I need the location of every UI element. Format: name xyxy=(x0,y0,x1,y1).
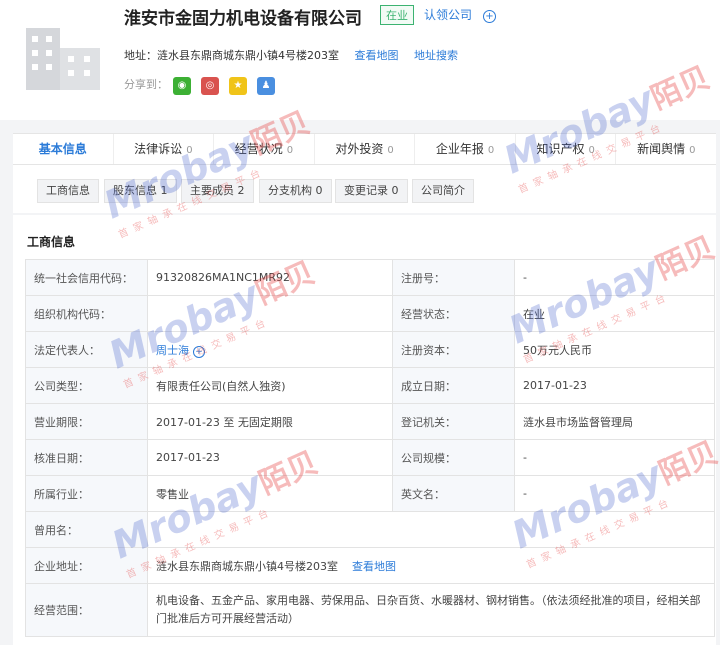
capital-label: 注册资本： xyxy=(392,331,515,368)
legal-rep-cell: 周士海 + xyxy=(147,331,393,368)
tab-litigation[interactable]: 法律诉讼 0 xyxy=(114,134,215,164)
weibo-share-icon[interactable]: ◎ xyxy=(201,77,219,95)
table-row: 核准日期： 2017-01-23 公司规模： - xyxy=(25,439,715,476)
org-code-label: 组织机构代码： xyxy=(25,295,148,332)
credit-code-value: 91320826MA1NC1MR92 xyxy=(147,259,393,296)
wechat-share-icon[interactable]: ◉ xyxy=(173,77,191,95)
address-label: 企业地址： xyxy=(25,547,148,584)
tab-investments[interactable]: 对外投资 0 xyxy=(315,134,416,164)
scale-value: - xyxy=(514,439,715,476)
reg-no-value: - xyxy=(514,259,715,296)
authority-label: 登记机关： xyxy=(392,403,515,440)
address-cell: 涟水县东鼎商城东鼎小镇4号楼203室 查看地图 xyxy=(147,547,715,584)
reg-no-label: 注册号： xyxy=(392,259,515,296)
table-row: 企业地址： 涟水县东鼎商城东鼎小镇4号楼203室 查看地图 xyxy=(25,547,715,584)
biz-status-value: 在业 xyxy=(514,295,715,332)
tab-ip[interactable]: 知识产权 0 xyxy=(516,134,617,164)
biz-status-label: 经营状态： xyxy=(392,295,515,332)
scope-label: 经营范围： xyxy=(25,583,148,637)
table-row: 公司类型： 有限责任公司(自然人独资) 成立日期： 2017-01-23 xyxy=(25,367,715,404)
approve-label: 核准日期： xyxy=(25,439,148,476)
type-label: 公司类型： xyxy=(25,367,148,404)
table-row: 经营范围： 机电设备、五金产品、家用电器、劳保用品、日杂百货、水暖器材、钢材销售… xyxy=(25,583,715,637)
legal-rep-link[interactable]: 周士海 xyxy=(156,344,189,357)
qq-share-icon[interactable]: ♟ xyxy=(257,77,275,95)
follow-person-icon[interactable]: + xyxy=(193,345,205,358)
term-value: 2017-01-23 至 无固定期限 xyxy=(147,403,393,440)
legal-rep-label: 法定代表人： xyxy=(25,331,148,368)
table-row: 统一社会信用代码： 91320826MA1NC1MR92 注册号： - xyxy=(25,259,715,296)
table-row: 曾用名： xyxy=(25,511,715,548)
qzone-share-icon[interactable]: ★ xyxy=(229,77,247,95)
en-name-value: - xyxy=(514,475,715,512)
subtab-members[interactable]: 主要成员 2 xyxy=(181,179,254,203)
org-code-value xyxy=(147,295,393,332)
tab-basic-info[interactable]: 基本信息 xyxy=(13,134,114,164)
business-info-table: 统一社会信用代码： 91320826MA1NC1MR92 注册号： - 组织机构… xyxy=(25,259,715,637)
company-header: 淮安市金固力机电设备有限公司 在业 认领公司 + 地址：涟水县东鼎商城东鼎小镇4… xyxy=(0,0,720,120)
tab-news[interactable]: 新闻舆情 0 xyxy=(616,134,716,164)
view-map-link[interactable]: 查看地图 xyxy=(355,49,399,62)
building-icon xyxy=(26,28,100,90)
address-row: 地址：涟水县东鼎商城东鼎小镇4号楼203室 查看地图 地址搜索 xyxy=(124,47,458,63)
table-row: 所属行业： 零售业 英文名： - xyxy=(25,475,715,512)
address-search-link[interactable]: 地址搜索 xyxy=(414,49,458,62)
section-title: 工商信息 xyxy=(27,235,76,249)
tab-operations[interactable]: 经营状况 0 xyxy=(214,134,315,164)
table-row: 法定代表人： 周士海 + 注册资本： 50万元人民币 xyxy=(25,331,715,368)
sub-tabs: 工商信息 股东信息 1 主要成员 2 分支机构 0 变更记录 0 公司简介 xyxy=(13,165,716,213)
industry-value: 零售业 xyxy=(147,475,393,512)
share-label: 分享到： xyxy=(124,78,168,91)
subtab-changes[interactable]: 变更记录 0 xyxy=(335,179,408,203)
credit-code-label: 统一社会信用代码： xyxy=(25,259,148,296)
main-tabs: 基本信息 法律诉讼 0 经营状况 0 对外投资 0 企业年报 0 知识产权 0 新闻舆情 0 xyxy=(13,133,716,165)
capital-value: 50万元人民币 xyxy=(514,331,715,368)
company-name: 淮安市金固力机电设备有限公司 xyxy=(124,9,362,29)
address-map-link[interactable]: 查看地图 xyxy=(352,560,396,573)
subtab-shareholders[interactable]: 股东信息 1 xyxy=(104,179,177,203)
term-label: 营业期限： xyxy=(25,403,148,440)
industry-label: 所属行业： xyxy=(25,475,148,512)
en-name-label: 英文名： xyxy=(392,475,515,512)
table-row: 组织机构代码： 经营状态： 在业 xyxy=(25,295,715,332)
scope-value: 机电设备、五金产品、家用电器、劳保用品、日杂百货、水暖器材、钢材销售。（依法须经… xyxy=(147,583,715,637)
status-badge: 在业 xyxy=(380,5,414,25)
authority-value: 涟水县市场监督管理局 xyxy=(514,403,715,440)
business-info-panel: 工商信息 统一社会信用代码： 91320826MA1NC1MR92 注册号： -… xyxy=(13,215,716,645)
subtab-business-info[interactable]: 工商信息 xyxy=(37,179,99,203)
table-row: 营业期限： 2017-01-23 至 无固定期限 登记机关： 涟水县市场监督管理… xyxy=(25,403,715,440)
claim-company-link[interactable]: 认领公司 xyxy=(424,6,472,23)
address-value: 涟水县东鼎商城东鼎小镇4号楼203室 xyxy=(156,559,338,573)
est-date-label: 成立日期： xyxy=(392,367,515,404)
address-text: 地址：涟水县东鼎商城东鼎小镇4号楼203室 xyxy=(124,49,339,62)
scale-label: 公司规模： xyxy=(392,439,515,476)
tab-annual-reports[interactable]: 企业年报 0 xyxy=(415,134,516,164)
approve-value: 2017-01-23 xyxy=(147,439,393,476)
follow-plus-icon[interactable]: + xyxy=(483,10,496,23)
former-name-value xyxy=(147,511,715,548)
est-date-value: 2017-01-23 xyxy=(514,367,715,404)
former-name-label: 曾用名： xyxy=(25,511,148,548)
subtab-branches[interactable]: 分支机构 0 xyxy=(259,179,332,203)
type-value: 有限责任公司(自然人独资) xyxy=(147,367,393,404)
subtab-profile[interactable]: 公司简介 xyxy=(412,179,474,203)
